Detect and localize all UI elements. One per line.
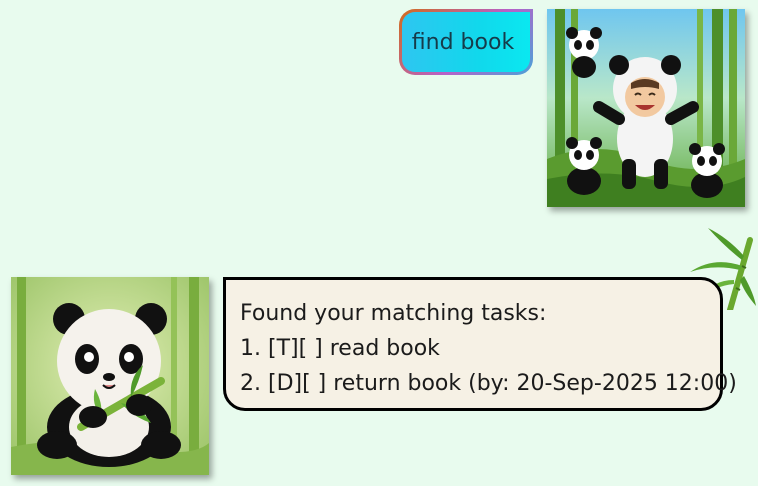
task-list-item: 1. [T][ ] read book: [240, 336, 440, 361]
bot-avatar: [11, 277, 209, 475]
user-message-bubble: find book: [399, 9, 533, 75]
bot-message-heading: Found your matching tasks:: [240, 301, 547, 326]
bot-message-bubble: Found your matching tasks: 1. [T][ ] rea…: [223, 277, 737, 411]
chat-window: find book Found your matching tasks: 1. …: [0, 0, 758, 486]
task-list-item: 2. [D][ ] return book (by: 20-Sep-2025 1…: [240, 371, 737, 396]
user-avatar: [547, 9, 745, 207]
user-message-text: find book: [411, 29, 515, 55]
